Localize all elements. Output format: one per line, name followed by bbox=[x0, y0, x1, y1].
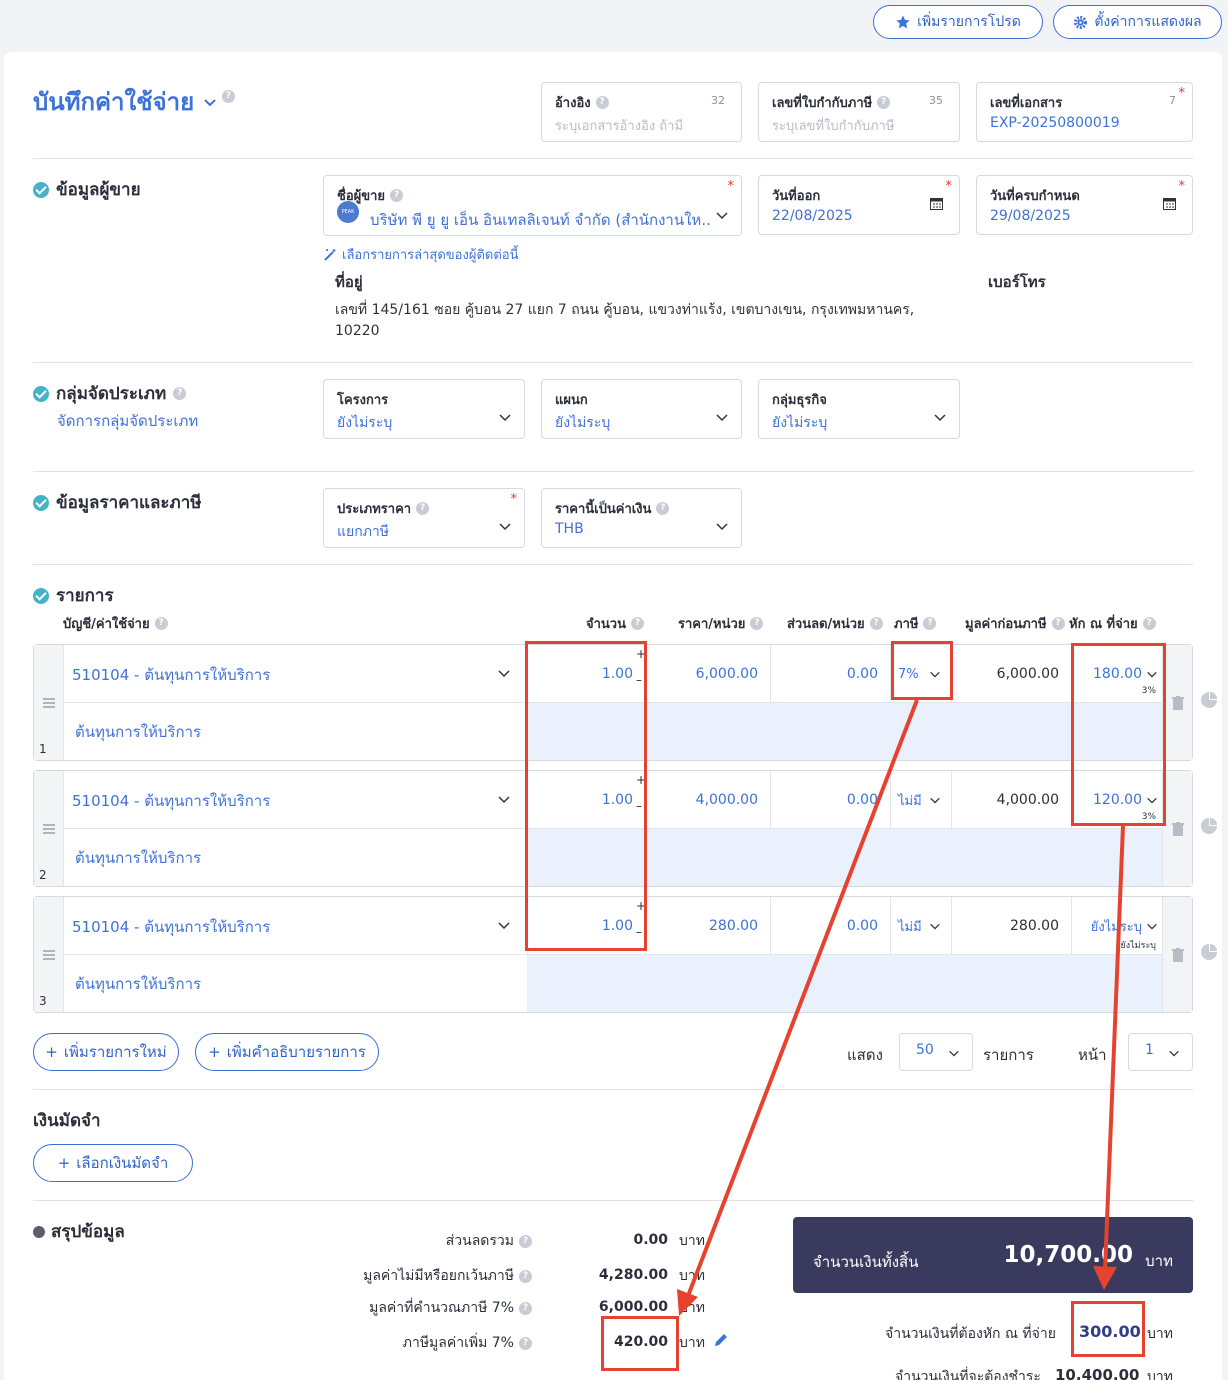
arrow-head-wht bbox=[1093, 1266, 1117, 1290]
arrow-line-wht bbox=[1103, 825, 1125, 1271]
annotation-arrows bbox=[677, 699, 1125, 1316]
arrow-head-vat bbox=[677, 1289, 698, 1316]
arrow-line-vat bbox=[686, 699, 919, 1297]
